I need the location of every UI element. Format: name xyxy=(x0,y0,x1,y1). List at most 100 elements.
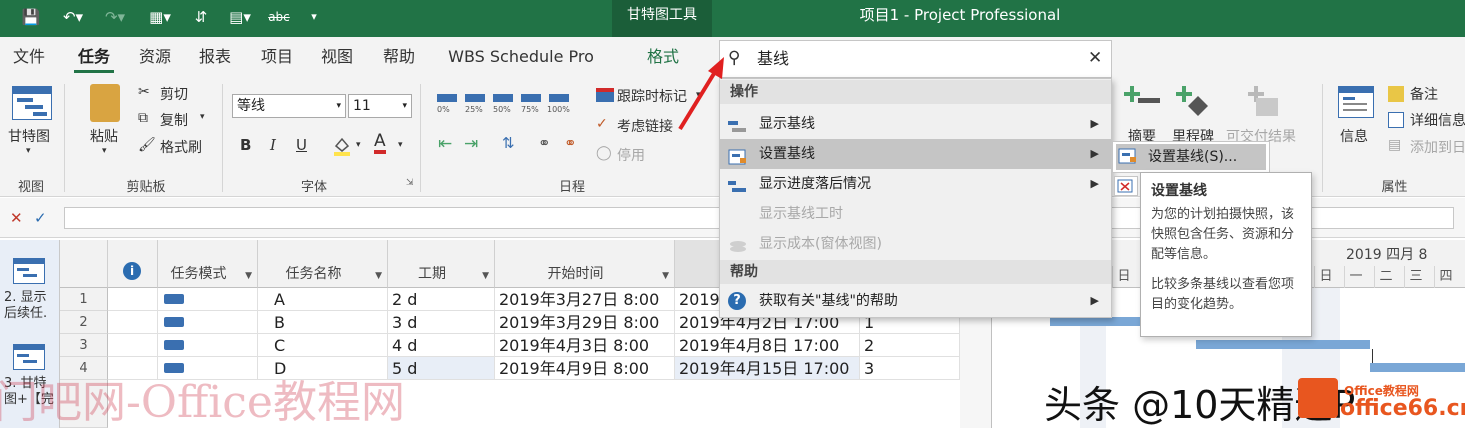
indicator-cell[interactable] xyxy=(108,288,158,311)
close-icon[interactable]: ✕ xyxy=(1088,48,1102,68)
row-number[interactable]: 3 xyxy=(60,334,108,357)
underline-button[interactable]: U xyxy=(296,136,307,154)
chevron-down-icon[interactable]: ▼ xyxy=(662,271,669,281)
task-mode-cell[interactable] xyxy=(158,288,258,311)
cut-button[interactable]: 剪切 xyxy=(160,84,188,104)
redo-icon[interactable]: ↷▾ xyxy=(100,2,130,32)
inactivate-button[interactable]: 停用 xyxy=(617,145,645,165)
row-number[interactable]: 1 xyxy=(60,288,108,311)
gantt-bar[interactable] xyxy=(1050,317,1140,326)
start-cell[interactable]: 2019年3月27日 8:00 xyxy=(495,288,675,311)
chevron-down-icon[interactable]: ▾ xyxy=(200,112,205,122)
indicator-cell[interactable] xyxy=(108,311,158,334)
chevron-down-icon[interactable]: ▾ xyxy=(102,146,107,156)
tab-help[interactable]: 帮助 xyxy=(374,37,424,77)
font-color-button[interactable]: A xyxy=(374,132,386,154)
clear-baseline-icon[interactable] xyxy=(1114,176,1138,196)
link-tasks-icon[interactable]: ⚭ xyxy=(538,134,551,152)
predecessors-cell[interactable]: 2 xyxy=(860,334,960,357)
gantt-bar[interactable] xyxy=(1196,340,1370,349)
timescale-day: 日 xyxy=(1112,266,1135,288)
row-number[interactable]: 2 xyxy=(60,311,108,334)
move-task-left-icon[interactable]: ⇤ xyxy=(438,134,452,154)
fill-color-icon[interactable] xyxy=(332,136,352,156)
pct-25-icon[interactable] xyxy=(465,94,485,102)
indicator-cell[interactable] xyxy=(108,334,158,357)
start-cell[interactable]: 2019年4月9日 8:00 xyxy=(495,357,675,380)
respect-links-button[interactable]: 考虑链接 xyxy=(617,116,673,136)
details-button[interactable]: 详细信息 xyxy=(1410,110,1465,130)
task-mode-cell[interactable] xyxy=(158,311,258,334)
unlink-tasks-icon[interactable]: ⚭ xyxy=(564,134,577,152)
font-size-select[interactable]: 11 ▾ xyxy=(348,94,412,118)
notes-button[interactable]: 备注 xyxy=(1410,84,1438,104)
gantt-chart-button[interactable]: 甘特图 xyxy=(8,126,50,146)
finish-cell[interactable]: 2019年4月15日 17:00 xyxy=(675,357,860,380)
start-cell[interactable]: 2019年4月3日 8:00 xyxy=(495,334,675,357)
chevron-down-icon[interactable]: ▾ xyxy=(398,140,403,150)
split-task-icon[interactable]: ⇅ xyxy=(502,134,515,152)
duration-cell[interactable]: 2 d xyxy=(388,288,495,311)
menu-item-show-cost-form[interactable]: 显示成本(窗体视图) xyxy=(720,229,1111,259)
chevron-down-icon[interactable]: ▾ xyxy=(356,140,361,150)
tab-view[interactable]: 视图 xyxy=(312,37,362,77)
pct-0-icon[interactable] xyxy=(437,94,457,102)
cancel-entry-icon[interactable]: ✕ xyxy=(10,209,23,227)
task-name-cell[interactable]: A xyxy=(258,288,388,311)
slippage-icon xyxy=(728,176,748,192)
chevron-down-icon[interactable]: ▾ xyxy=(26,146,31,156)
column-header-duration[interactable]: 工期 ▼ xyxy=(388,240,495,288)
column-header-start[interactable]: 开始时间 ▼ xyxy=(495,240,675,288)
customize-qat-icon[interactable]: ▾ xyxy=(306,2,322,32)
layout-icon[interactable]: ▤▾ xyxy=(222,2,258,32)
copy-button[interactable]: 复制 xyxy=(160,110,188,130)
pct-75-icon[interactable] xyxy=(521,94,541,102)
task-name-cell[interactable]: B xyxy=(258,311,388,334)
information-button[interactable]: 信息 xyxy=(1340,126,1368,146)
add-to-timeline-button[interactable]: 添加到日 xyxy=(1410,137,1465,157)
menu-item-show-baseline[interactable]: 显示基线 ▶ xyxy=(720,109,1111,139)
outline-icon[interactable]: ▦▾ xyxy=(142,2,178,32)
menu-item-show-slippage[interactable]: 显示进度落后情况 ▶ xyxy=(720,169,1111,199)
duration-cell[interactable]: 3 d xyxy=(388,311,495,334)
chevron-down-icon[interactable]: ▼ xyxy=(482,271,489,281)
confirm-entry-icon[interactable]: ✓ xyxy=(34,209,47,227)
select-all-corner[interactable] xyxy=(60,240,108,288)
pct-50-icon[interactable] xyxy=(493,94,513,102)
menu-item-help-baseline[interactable]: ? 获取有关"基线"的帮助 ▶ xyxy=(720,286,1111,316)
indent-icon[interactable]: ⇵ xyxy=(190,2,212,32)
dialog-launcher-icon[interactable]: ⇲ xyxy=(406,178,414,188)
tab-project[interactable]: 项目 xyxy=(252,37,302,77)
gantt-bar[interactable] xyxy=(1370,363,1465,372)
paste-button[interactable]: 粘贴 xyxy=(90,126,118,146)
tab-resource[interactable]: 资源 xyxy=(130,37,180,77)
task-mode-cell[interactable] xyxy=(158,334,258,357)
chevron-down-icon[interactable]: ▼ xyxy=(375,271,382,281)
task-name-cell[interactable]: C xyxy=(258,334,388,357)
italic-button[interactable]: I xyxy=(270,136,276,154)
start-cell[interactable]: 2019年3月29日 8:00 xyxy=(495,311,675,334)
pct-100-icon[interactable] xyxy=(549,94,569,102)
menu-item-show-baseline-work[interactable]: 显示基线工时 xyxy=(720,199,1111,229)
indicators-header[interactable]: i xyxy=(108,240,158,288)
chevron-down-icon[interactable]: ▼ xyxy=(245,271,252,281)
tab-task[interactable]: 任务 xyxy=(70,37,118,77)
column-header-task-mode[interactable]: 任务模式 ▼ xyxy=(158,240,258,288)
predecessors-cell[interactable]: 3 xyxy=(860,357,960,380)
finish-cell[interactable]: 2019年4月8日 17:00 xyxy=(675,334,860,357)
move-task-right-icon[interactable]: ⇥ xyxy=(464,134,478,154)
search-input[interactable]: 基线 xyxy=(757,46,789,72)
bold-button[interactable]: B xyxy=(240,136,251,154)
tab-report[interactable]: 报表 xyxy=(190,37,240,77)
column-header-task-name[interactable]: 任务名称 ▼ xyxy=(258,240,388,288)
font-name-select[interactable]: 等线 ▾ xyxy=(232,94,346,118)
view-thumbnail-icon[interactable] xyxy=(13,258,45,284)
tab-wbs-schedule-pro[interactable]: WBS Schedule Pro xyxy=(440,37,602,77)
menu-item-set-baseline[interactable]: 设置基线 ▶ xyxy=(720,139,1111,169)
undo-icon[interactable]: ↶▾ xyxy=(58,2,88,32)
tab-file[interactable]: 文件 xyxy=(4,37,54,77)
save-icon[interactable]: 💾 xyxy=(18,2,44,32)
strikethrough-icon[interactable]: abc xyxy=(266,2,292,32)
duration-cell[interactable]: 4 d xyxy=(388,334,495,357)
format-painter-button[interactable]: 格式刷 xyxy=(160,137,202,157)
